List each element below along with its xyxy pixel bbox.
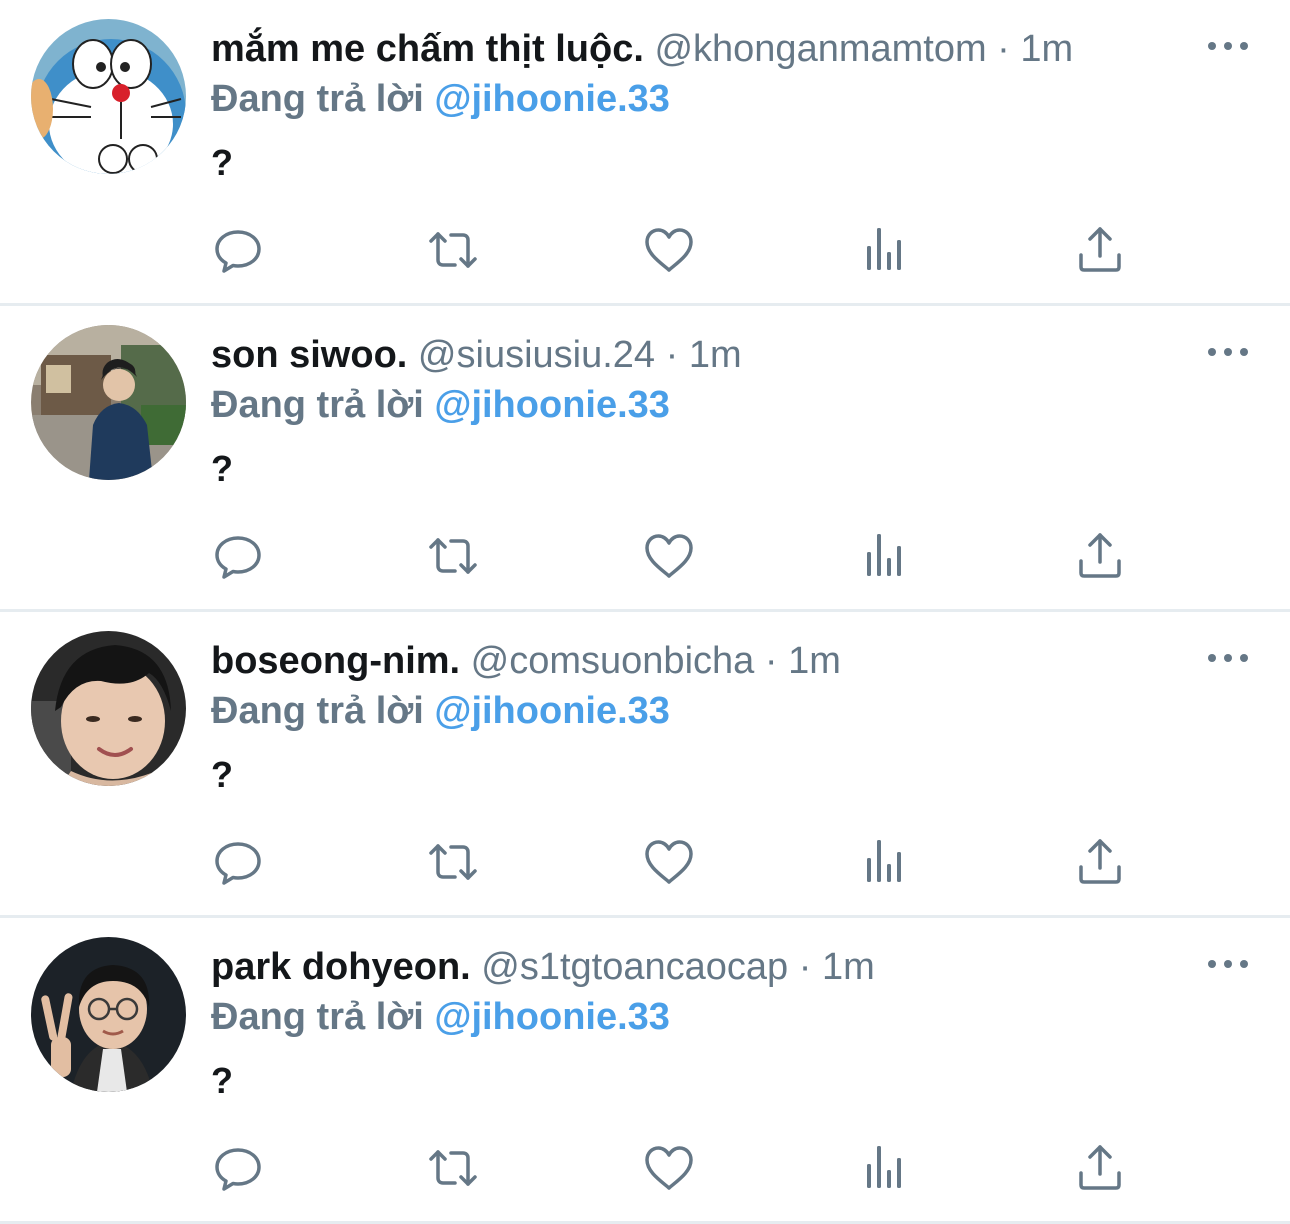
analytics-icon[interactable] <box>857 1140 913 1196</box>
user-handle[interactable]: @s1tgtoancaocap <box>481 946 788 988</box>
like-icon[interactable] <box>641 1140 697 1196</box>
separator-dot: · <box>754 640 789 682</box>
mention-link[interactable]: @jihoonie.33 <box>434 690 670 732</box>
like-icon[interactable] <box>641 834 697 890</box>
analytics-icon[interactable] <box>857 222 913 278</box>
share-icon[interactable] <box>1072 222 1128 278</box>
more-options-icon[interactable] <box>1208 36 1248 56</box>
person-photo-avatar[interactable] <box>31 325 186 480</box>
person-photo-avatar[interactable] <box>31 631 186 786</box>
mention-link[interactable]: @jihoonie.33 <box>434 78 670 120</box>
more-options-icon[interactable] <box>1208 648 1248 668</box>
more-options-icon[interactable] <box>1208 342 1248 362</box>
replying-to-label: Đang trả lời <box>211 690 435 732</box>
like-icon[interactable] <box>641 528 697 584</box>
retweet-icon[interactable] <box>425 222 481 278</box>
timestamp[interactable]: 1m <box>689 334 742 376</box>
user-handle[interactable]: @siusiusiu.24 <box>418 334 655 376</box>
share-icon[interactable] <box>1072 1140 1128 1196</box>
display-name[interactable]: park dohyeon. <box>211 946 471 988</box>
tweet-item[interactable]: boseong-nim. @comsuonbicha · 1m Đang trả… <box>0 612 1290 918</box>
tweet-header: boseong-nim. @comsuonbicha · 1m <box>211 636 841 686</box>
reply-icon[interactable] <box>210 834 266 890</box>
display-name[interactable]: boseong-nim. <box>211 640 460 682</box>
retweet-icon[interactable] <box>425 528 481 584</box>
replying-to: Đang trả lời @jihoonie.33 <box>211 74 670 124</box>
share-icon[interactable] <box>1072 528 1128 584</box>
replying-to: Đang trả lời @jihoonie.33 <box>211 380 670 430</box>
separator-dot: · <box>655 334 689 376</box>
like-icon[interactable] <box>641 222 697 278</box>
action-bar <box>0 834 1290 890</box>
action-bar <box>0 222 1290 278</box>
doraemon-avatar[interactable] <box>31 19 186 174</box>
more-options-icon[interactable] <box>1208 954 1248 974</box>
replying-to: Đang trả lời @jihoonie.33 <box>211 992 670 1042</box>
separator-dot: · <box>986 28 1021 70</box>
share-icon[interactable] <box>1072 834 1128 890</box>
tweet-item[interactable]: mắm me chấm thịt luộc. @khonganmamtom · … <box>0 0 1290 306</box>
timestamp[interactable]: 1m <box>788 640 841 682</box>
reply-icon[interactable] <box>210 1140 266 1196</box>
retweet-icon[interactable] <box>425 834 481 890</box>
separator-dot: · <box>788 946 822 988</box>
reply-icon[interactable] <box>210 528 266 584</box>
timestamp[interactable]: 1m <box>1020 28 1073 70</box>
person-photo-avatar[interactable] <box>31 937 186 1092</box>
user-handle[interactable]: @comsuonbicha <box>471 640 755 682</box>
tweet-item[interactable]: park dohyeon. @s1tgtoancaocap · 1m Đang … <box>0 918 1290 1224</box>
tweet-header: mắm me chấm thịt luộc. @khonganmamtom · … <box>211 24 1073 74</box>
analytics-icon[interactable] <box>857 528 913 584</box>
user-handle[interactable]: @khonganmamtom <box>654 28 986 70</box>
replying-to: Đang trả lời @jihoonie.33 <box>211 686 670 736</box>
action-bar <box>0 528 1290 584</box>
display-name[interactable]: mắm me chấm thịt luộc. <box>211 28 644 70</box>
analytics-icon[interactable] <box>857 834 913 890</box>
timestamp[interactable]: 1m <box>822 946 875 988</box>
mention-link[interactable]: @jihoonie.33 <box>434 996 670 1038</box>
reply-icon[interactable] <box>210 222 266 278</box>
mention-link[interactable]: @jihoonie.33 <box>434 384 670 426</box>
display-name[interactable]: son siwoo. <box>211 334 407 376</box>
tweet-text: ? <box>211 754 233 795</box>
tweet-header: park dohyeon. @s1tgtoancaocap · 1m <box>211 942 875 992</box>
action-bar <box>0 1140 1290 1196</box>
tweet-item[interactable]: son siwoo. @siusiusiu.24 · 1m Đang trả l… <box>0 306 1290 612</box>
replying-to-label: Đang trả lời <box>211 384 435 426</box>
tweet-text: ? <box>211 142 233 183</box>
replying-to-label: Đang trả lời <box>211 78 435 120</box>
tweet-text: ? <box>211 448 233 489</box>
retweet-icon[interactable] <box>425 1140 481 1196</box>
tweet-header: son siwoo. @siusiusiu.24 · 1m <box>211 330 742 380</box>
tweet-text: ? <box>211 1060 233 1101</box>
replying-to-label: Đang trả lời <box>211 996 435 1038</box>
